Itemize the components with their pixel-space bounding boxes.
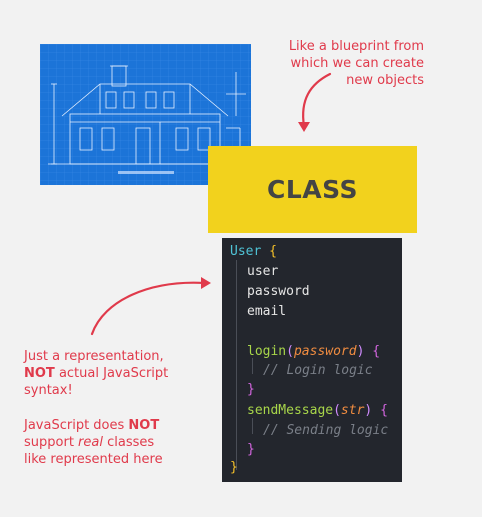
arrows-layer [90, 72, 332, 336]
arrow-head-down-icon [298, 122, 310, 132]
arrow-to-code [90, 281, 207, 336]
arrow-head-right-icon [201, 277, 211, 289]
arrow-to-class [302, 72, 332, 128]
